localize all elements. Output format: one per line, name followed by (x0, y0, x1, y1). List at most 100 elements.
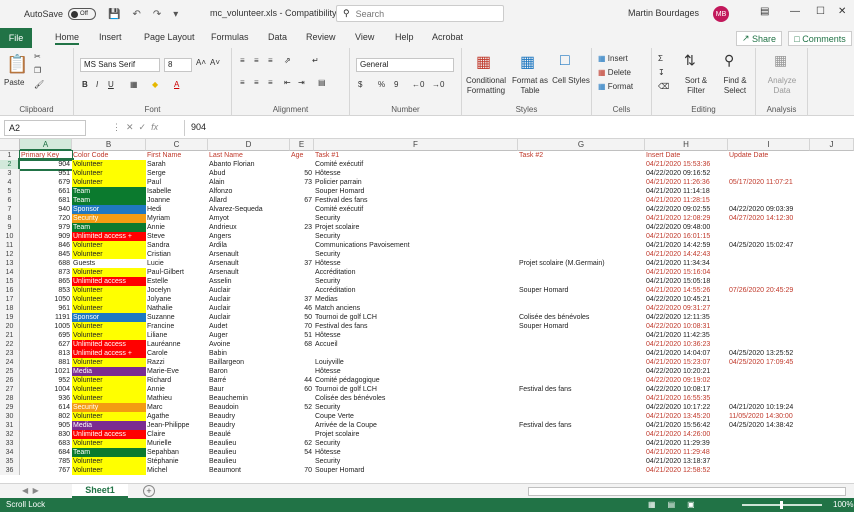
table-cell[interactable]: Marie-Eve (146, 367, 208, 376)
row-header[interactable]: 5 (0, 187, 20, 196)
table-cell[interactable]: 661 (20, 187, 72, 196)
table-cell[interactable] (290, 268, 314, 277)
table-cell[interactable]: Sandra (146, 241, 208, 250)
table-cell[interactable]: 04/22/2020 10:17:22 (645, 403, 728, 412)
table-cell[interactable]: Volunteer (72, 178, 146, 187)
table-cell[interactable]: 04/21/2020 15:23:07 (645, 358, 728, 367)
table-cell[interactable]: 936 (20, 394, 72, 403)
table-cell[interactable]: Suzanne (146, 313, 208, 322)
table-cell[interactable] (518, 412, 645, 421)
table-cell[interactable]: Sponsor (72, 313, 146, 322)
table-cell[interactable]: Guests (72, 259, 146, 268)
table-cell[interactable]: Unlimited access (72, 340, 146, 349)
table-cell[interactable]: 04/21/2020 15:53:36 (645, 160, 728, 169)
table-cell[interactable]: Volunteer (72, 376, 146, 385)
row-header[interactable]: 26 (0, 376, 20, 385)
table-cell[interactable]: 04/21/2020 11:14:18 (645, 187, 728, 196)
table-cell[interactable] (728, 376, 810, 385)
table-cell[interactable] (518, 214, 645, 223)
table-cell[interactable]: Comité exécutif (314, 160, 518, 169)
table-cell[interactable]: Carole (146, 349, 208, 358)
table-cell[interactable]: Stéphanie (146, 457, 208, 466)
table-cell[interactable]: Beaudry (208, 412, 290, 421)
formula-icons[interactable]: ⋮ ✕ ✓ fx (112, 122, 158, 133)
table-cell[interactable]: 23 (290, 223, 314, 232)
table-cell[interactable]: 04/25/2020 13:25:52 (728, 349, 810, 358)
table-cell[interactable]: Souper Homard (518, 322, 645, 331)
table-cell[interactable]: 04/22/2020 10:20:21 (645, 367, 728, 376)
table-cell[interactable]: Coupe Verte (314, 412, 518, 421)
increase-decimal-icon[interactable]: ←0 (412, 80, 424, 89)
table-cell[interactable] (728, 268, 810, 277)
row-header[interactable]: 23 (0, 349, 20, 358)
table-cell[interactable]: Alfonzo (208, 187, 290, 196)
redo-icon[interactable]: ↷ (153, 9, 161, 20)
table-cell[interactable] (728, 394, 810, 403)
format-as-table-icon[interactable]: ▦ (520, 52, 535, 72)
table-cell[interactable]: Team (72, 187, 146, 196)
table-cell[interactable] (518, 394, 645, 403)
row-header[interactable]: 3 (0, 169, 20, 178)
tab-review[interactable]: Review (306, 32, 336, 42)
conditional-formatting-button[interactable]: Conditional Formatting (464, 76, 508, 96)
table-cell[interactable] (518, 331, 645, 340)
number-format-select[interactable]: General (356, 58, 454, 72)
table-cell[interactable] (728, 250, 810, 259)
close-icon[interactable]: ✕ (838, 6, 846, 17)
table-cell[interactable]: 04/22/2020 10:08:17 (645, 385, 728, 394)
table-cell[interactable] (518, 232, 645, 241)
orientation-icon[interactable]: ⇗ (284, 56, 291, 65)
table-cell[interactable] (518, 178, 645, 187)
row-header[interactable]: 28 (0, 394, 20, 403)
save-icon[interactable]: 💾 (108, 9, 120, 20)
table-cell[interactable]: 881 (20, 358, 72, 367)
table-cell[interactable]: 830 (20, 430, 72, 439)
table-cell[interactable]: 688 (20, 259, 72, 268)
table-cell[interactable]: 62 (290, 439, 314, 448)
table-cell[interactable]: Abanto Florian (208, 160, 290, 169)
tab-data[interactable]: Data (268, 32, 287, 42)
table-cell[interactable]: 04/22/2020 10:45:21 (645, 295, 728, 304)
table-cell[interactable]: Tournoi de golf LCH (314, 385, 518, 394)
table-cell[interactable]: Audet (208, 322, 290, 331)
add-sheet-icon[interactable]: + (143, 485, 155, 497)
table-cell[interactable] (518, 430, 645, 439)
table-cell[interactable] (518, 457, 645, 466)
row-header[interactable]: 35 (0, 457, 20, 466)
table-cell[interactable]: 767 (20, 466, 72, 475)
table-cell[interactable]: Accueil (314, 340, 518, 349)
table-cell[interactable]: 04/22/2020 09:03:39 (728, 205, 810, 214)
format-cells-button[interactable]: ▦ Format (598, 82, 633, 91)
decrease-decimal-icon[interactable]: →0 (432, 80, 444, 89)
table-cell[interactable] (290, 430, 314, 439)
table-cell[interactable]: 04/21/2020 10:36:23 (645, 340, 728, 349)
table-cell[interactable]: Paul-Gilbert (146, 268, 208, 277)
table-cell[interactable] (728, 196, 810, 205)
table-cell[interactable]: Richard (146, 376, 208, 385)
increase-font-icon[interactable]: A˄ (196, 58, 206, 67)
user-name[interactable]: Martin Bourdages (628, 8, 699, 18)
borders-icon[interactable]: ▦ (130, 80, 138, 89)
table-cell[interactable]: 720 (20, 214, 72, 223)
table-cell[interactable]: 70 (290, 466, 314, 475)
table-cell[interactable]: Colisée des bénévoles (314, 394, 518, 403)
row-header[interactable]: 11 (0, 241, 20, 250)
table-cell[interactable]: 04/21/2020 13:45:20 (645, 412, 728, 421)
table-cell[interactable]: 681 (20, 196, 72, 205)
table-cell[interactable] (290, 214, 314, 223)
font-color-icon[interactable]: A (174, 80, 179, 89)
table-cell[interactable]: Security (314, 277, 518, 286)
table-cell[interactable]: Security (314, 439, 518, 448)
table-cell[interactable]: Festival des fans (314, 322, 518, 331)
table-cell[interactable] (518, 187, 645, 196)
table-cell[interactable]: 909 (20, 232, 72, 241)
increase-indent-icon[interactable]: ⇥ (298, 78, 305, 87)
table-cell[interactable]: Lucie (146, 259, 208, 268)
header-cell[interactable]: Insert Date (645, 151, 728, 160)
table-cell[interactable]: Annie (146, 385, 208, 394)
avatar[interactable]: MB (713, 6, 729, 22)
table-cell[interactable]: Security (72, 214, 146, 223)
table-cell[interactable] (728, 313, 810, 322)
table-cell[interactable]: Festival des fans (314, 196, 518, 205)
copy-icon[interactable]: ❐ (34, 66, 41, 75)
